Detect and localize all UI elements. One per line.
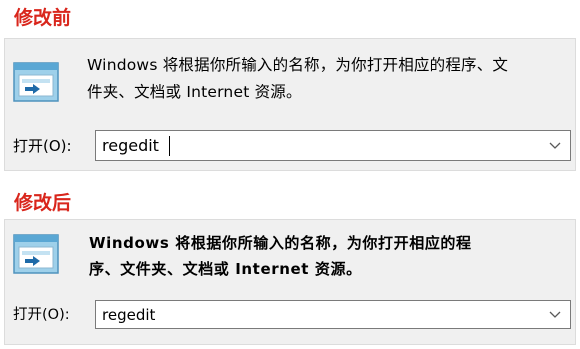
run-dialog-before: Windows 将根据你所输入的名称，为你打开相应的程序、文 件夹、文档或 In… (4, 38, 576, 171)
dropdown-button[interactable] (540, 301, 570, 328)
run-description-line-1: Windows 将根据你所输入的名称，为你打开相应的程序、文 (87, 56, 509, 74)
run-description: Windows 将根据你所输入的名称，为你打开相应的程 序、文件夹、文档或 In… (89, 230, 472, 282)
dropdown-button[interactable] (540, 131, 570, 160)
chevron-down-icon (549, 142, 561, 149)
run-description-line-1: Windows 将根据你所输入的名称，为你打开相应的程 (89, 234, 472, 252)
command-combobox[interactable] (95, 300, 571, 329)
run-description: Windows 将根据你所输入的名称，为你打开相应的程序、文 件夹、文档或 In… (87, 52, 508, 106)
command-input[interactable] (102, 131, 540, 160)
command-input[interactable] (102, 301, 540, 328)
text-caret (169, 136, 170, 156)
run-dialog-icon (13, 234, 59, 274)
open-label: 打开(O): (13, 307, 70, 323)
section-label-after: 修改后 (14, 192, 72, 214)
section-label-before: 修改前 (14, 7, 72, 29)
run-description-line-2: 序、文件夹、文档或 Internet 资源。 (89, 260, 362, 278)
run-dialog-after: Windows 将根据你所输入的名称，为你打开相应的程 序、文件夹、文档或 In… (4, 219, 576, 345)
run-description-line-2: 件夹、文档或 Internet 资源。 (87, 83, 302, 101)
chevron-down-icon (549, 311, 561, 318)
open-label: 打开(O): (13, 137, 72, 155)
command-combobox[interactable] (95, 130, 571, 161)
run-dialog-icon (13, 62, 59, 102)
